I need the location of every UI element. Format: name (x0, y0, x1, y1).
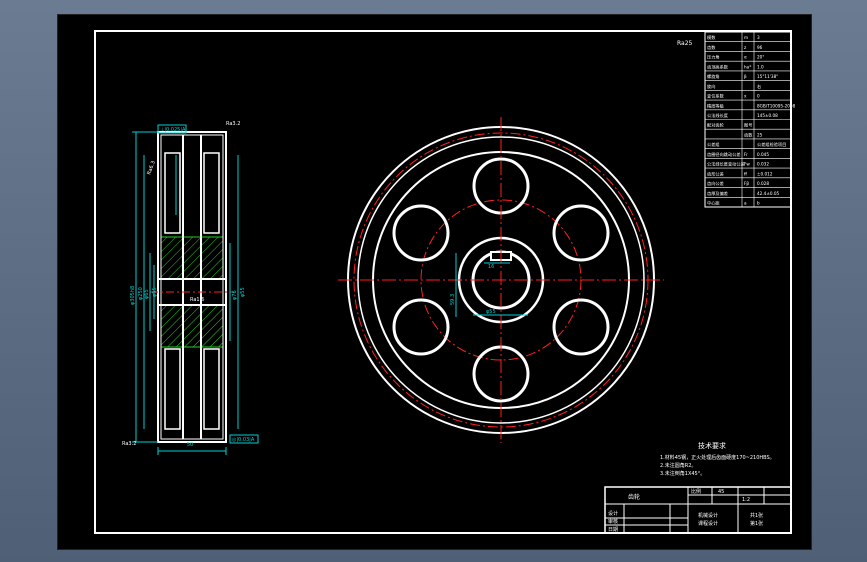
param-cell: Fw (744, 162, 750, 167)
roughness-callout-4: Ra3.2 (122, 441, 136, 447)
param-cell: 变位系数 (707, 93, 725, 100)
cad-viewport[interactable]: 50 φ305h8 φ250 φ65 φ55 φ76 φ55 Ra3.2 Ra6… (57, 14, 812, 550)
hub-dim: 59.3 (450, 294, 456, 305)
technical-requirements: 技术要求 1.材料45钢，正火处理后齿面硬度170~210HBS。 2.未注圆角… (660, 441, 775, 477)
param-cell: b (757, 201, 760, 206)
drawing-no: 1:2 (742, 497, 750, 503)
material: 45 (718, 489, 724, 495)
param-cell: ff (744, 171, 747, 176)
tech-req-item: 2.未注圆角R2。 (660, 462, 696, 469)
param-cell: 右 (757, 83, 761, 90)
param-cell: 0.028 (757, 181, 769, 186)
param-cell: 齿顶高系数 (707, 63, 729, 70)
param-cell: 公法线长度变动公差 (707, 161, 745, 168)
roughness-callout-1: Ra3.2 (226, 121, 240, 127)
param-cell: 96 (757, 45, 763, 50)
param-cell: 齿数 (744, 131, 753, 138)
param-cell: 齿圈径向跳动公差 (707, 151, 741, 158)
hub-hatch-upper (160, 236, 224, 280)
param-cell: 3 (757, 35, 760, 40)
param-cell: 齿形公差 (707, 170, 724, 177)
param-cell: x (744, 94, 747, 99)
param-cell: 8GB/T10095-2008 (757, 103, 796, 108)
dim-hub-diameter: φ65 (144, 289, 150, 299)
param-cell: 20° (757, 55, 764, 60)
rim-outline (157, 131, 227, 443)
date-label: 日期 (608, 527, 618, 533)
param-cell: m (744, 35, 748, 40)
roughness-callout-2: Ra6.3 (146, 160, 157, 176)
tech-req-item: 3.未注倒角1X45°。 (660, 470, 705, 477)
lightening-hole (392, 298, 450, 356)
param-cell: Fr (744, 152, 748, 157)
param-cell: a (744, 201, 747, 206)
param-cell: 1.0 (757, 64, 764, 69)
param-cell: 公差组 (707, 141, 720, 147)
param-cell: 15°11'38" (757, 74, 778, 79)
roughness-callout-3: Ra1.6 (190, 297, 204, 303)
param-cell: 中心距 (707, 200, 720, 207)
roughness-corner: Ra25 (677, 40, 693, 47)
school-label: 机械设计 (698, 512, 718, 519)
tech-req-item: 1.材料45钢，正火处理后齿面硬度170~210HBS。 (660, 454, 775, 461)
param-cell: 齿数 (707, 44, 716, 51)
width-dim: 50 (187, 442, 193, 448)
datum-box-bottom: ◎|0.03|A (232, 437, 255, 443)
param-cell: 旋向 (707, 83, 715, 90)
rim-inner-outline (160, 134, 224, 440)
param-cell: 0 (757, 94, 760, 99)
side-section-view: 50 φ305h8 φ250 φ65 φ55 φ76 φ55 Ra3.2 Ra6… (122, 121, 259, 455)
param-cell: 145±0.08 (757, 113, 778, 118)
param-cell: β (744, 74, 747, 79)
param-cell: z (744, 45, 747, 50)
param-cell: 0.032 (757, 162, 769, 167)
param-cell: ±0.012 (757, 171, 773, 176)
datum-box-top: ⊥|0.025|A (160, 127, 186, 133)
param-cell: 配对齿轮 (707, 122, 725, 129)
sheet-total: 共1张 (750, 512, 763, 519)
lightening-hole (552, 298, 610, 356)
dim-bore-right: φ55 (240, 287, 246, 297)
param-cell: 公法线长度 (707, 112, 729, 119)
engineering-drawing: 50 φ305h8 φ250 φ65 φ55 φ76 φ55 Ra3.2 Ra6… (94, 30, 796, 534)
checker-label: 审核 (608, 518, 618, 525)
lightening-hole (552, 204, 610, 262)
param-cell: 齿厚及偏差 (707, 190, 728, 197)
front-view: 16 59.3 φ55 (338, 117, 664, 443)
designer-label: 设计 (608, 510, 618, 517)
hub-hatch-lower (160, 304, 224, 348)
sheet-index: 第1张 (750, 520, 763, 527)
param-cell: 齿向公差 (707, 180, 724, 187)
tech-req-title: 技术要求 (698, 441, 726, 450)
course-label: 课程设计 (698, 520, 718, 527)
dim-hub-right: φ76 (232, 290, 238, 300)
dim-outer-diameter: φ305h8 (130, 286, 136, 305)
keyway-dim: 16 (488, 264, 494, 270)
title-block: 齿轮 比例 45 1:2 设计 审核 日期 机械设计 课程设计 共1张 第1张 (604, 486, 792, 534)
param-cell: α (744, 55, 747, 60)
param-cell: 42.4±0.05 (757, 191, 779, 196)
scale-label: 比例 (691, 488, 701, 495)
param-cell: 压力角 (707, 54, 720, 61)
lightening-hole (392, 204, 450, 262)
parameter-table: 模数 m 3 齿数 z 96 压力角 α 20° 齿顶高系数 ha* 1.0 螺旋角 β 15°11'38"… (704, 31, 796, 208)
part-name: 齿轮 (628, 493, 640, 501)
param-cell: 模数 (707, 34, 716, 41)
param-cell: 0.045 (757, 152, 769, 157)
param-cell: 螺旋角 (707, 73, 720, 80)
param-cell: 图号 (744, 123, 752, 129)
bore-dim: φ55 (486, 309, 496, 315)
param-cell: 精度等级 (707, 102, 725, 109)
param-cell: ha* (744, 64, 751, 69)
param-cell: 公差组检验项目 (757, 141, 786, 148)
dim-bore-diameter: φ55 (152, 287, 158, 297)
param-cell: 25 (757, 132, 763, 137)
param-cell: Fβ (744, 181, 749, 186)
